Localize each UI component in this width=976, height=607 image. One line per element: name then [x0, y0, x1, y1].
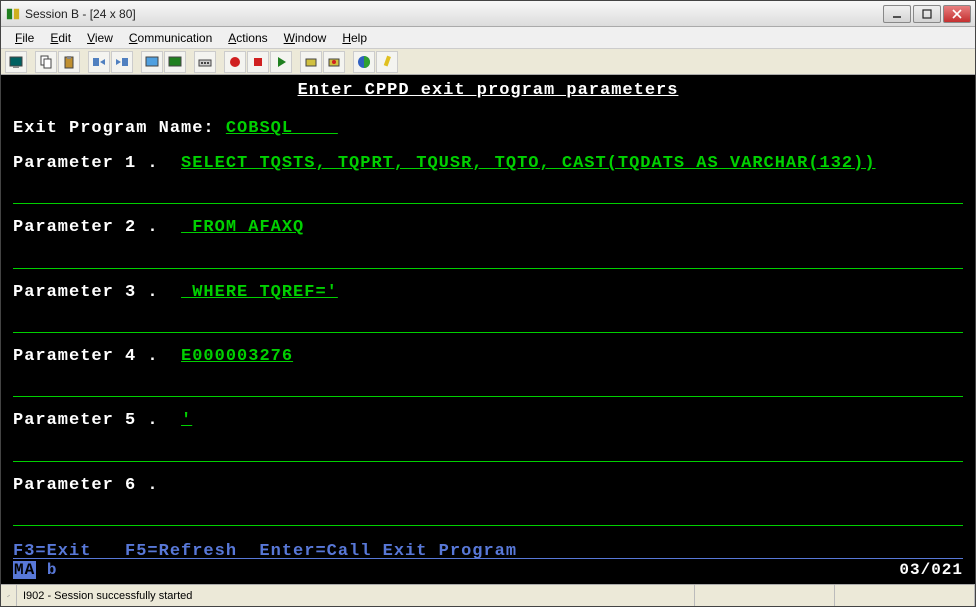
receive-icon[interactable]: [111, 51, 133, 73]
toolbar: [1, 49, 975, 75]
parameter-3-label: Parameter 3 .: [13, 283, 181, 303]
menu-file[interactable]: File: [7, 29, 42, 47]
remap-icon[interactable]: [194, 51, 216, 73]
screen-title: Enter CPPD exit program parameters: [13, 81, 963, 101]
parameter-3-continuation[interactable]: [13, 313, 963, 333]
copy-icon[interactable]: [35, 51, 57, 73]
parameter-4-block: Parameter 4 . E000003276: [13, 347, 963, 397]
status-spacer-2: [835, 585, 975, 606]
parameter-5-block: Parameter 5 . ': [13, 411, 963, 461]
menu-communication[interactable]: Communication: [121, 29, 220, 47]
parameter-5-label: Parameter 5 .: [13, 411, 181, 431]
parameter-6-continuation[interactable]: [13, 506, 963, 526]
display-icon[interactable]: [141, 51, 163, 73]
play-icon[interactable]: [270, 51, 292, 73]
parameter-1-block: Parameter 1 . SELECT TQSTS, TQPRT, TQUSR…: [13, 154, 963, 204]
parameter-4-continuation[interactable]: [13, 377, 963, 397]
parameter-3-block: Parameter 3 . WHERE TQREF=': [13, 283, 963, 333]
app-icon: [5, 6, 21, 22]
exit-program-row: Exit Program Name: COBSQL: [13, 119, 963, 139]
connect-icon[interactable]: [353, 51, 375, 73]
menu-actions[interactable]: Actions: [220, 29, 275, 47]
parameter-2-field[interactable]: FROM AFAXQ: [181, 218, 304, 238]
terminal-status-line: MA b 03/021: [13, 558, 963, 580]
paste-icon[interactable]: [58, 51, 80, 73]
status-bar: I902 - Session successfully started: [1, 584, 975, 606]
option1-icon[interactable]: [300, 51, 322, 73]
maximize-button[interactable]: [913, 5, 941, 23]
exit-program-label: Exit Program Name:: [13, 119, 226, 139]
parameter-1-field[interactable]: SELECT TQSTS, TQPRT, TQUSR, TQTO, CAST(T…: [181, 154, 876, 174]
exit-program-field[interactable]: COBSQL: [226, 119, 338, 139]
menu-help[interactable]: Help: [334, 29, 375, 47]
menu-window[interactable]: Window: [276, 29, 335, 47]
parameter-3-field[interactable]: WHERE TQREF=': [181, 283, 338, 303]
option2-icon[interactable]: [323, 51, 345, 73]
status-message: I902 - Session successfully started: [17, 585, 695, 606]
cursor-position: 03/021: [899, 561, 963, 580]
menu-edit[interactable]: Edit: [42, 29, 79, 47]
terminal-screen[interactable]: Enter CPPD exit program parameters Exit …: [1, 75, 975, 584]
parameter-2-block: Parameter 2 . FROM AFAXQ: [13, 218, 963, 268]
send-icon[interactable]: [88, 51, 110, 73]
record-icon[interactable]: [224, 51, 246, 73]
menu-bar: File Edit View Communication Actions Win…: [1, 27, 975, 49]
status-indicator: MA b: [13, 561, 57, 580]
parameter-1-label: Parameter 1 .: [13, 154, 181, 174]
close-button[interactable]: [943, 5, 971, 23]
parameter-1-continuation[interactable]: [13, 184, 963, 204]
app-window: Session B - [24 x 80] File Edit View Com…: [0, 0, 976, 607]
window-controls: [883, 5, 971, 23]
window-title: Session B - [24 x 80]: [25, 7, 883, 21]
parameter-6-block: Parameter 6 .: [13, 476, 963, 526]
parameter-5-field[interactable]: ': [181, 411, 241, 431]
minimize-button[interactable]: [883, 5, 911, 23]
parameter-2-continuation[interactable]: [13, 249, 963, 269]
status-spacer-1: [695, 585, 835, 606]
parameter-4-label: Parameter 4 .: [13, 347, 181, 367]
stop-icon[interactable]: [247, 51, 269, 73]
parameter-5-continuation[interactable]: [13, 442, 963, 462]
screen-icon[interactable]: [5, 51, 27, 73]
color-icon[interactable]: [164, 51, 186, 73]
connection-status-icon: [1, 585, 17, 606]
menu-view[interactable]: View: [79, 29, 121, 47]
help-icon[interactable]: [376, 51, 398, 73]
parameter-6-label: Parameter 6 .: [13, 476, 181, 496]
parameter-2-label: Parameter 2 .: [13, 218, 181, 238]
parameter-4-field[interactable]: E000003276: [181, 347, 293, 367]
title-bar: Session B - [24 x 80]: [1, 1, 975, 27]
